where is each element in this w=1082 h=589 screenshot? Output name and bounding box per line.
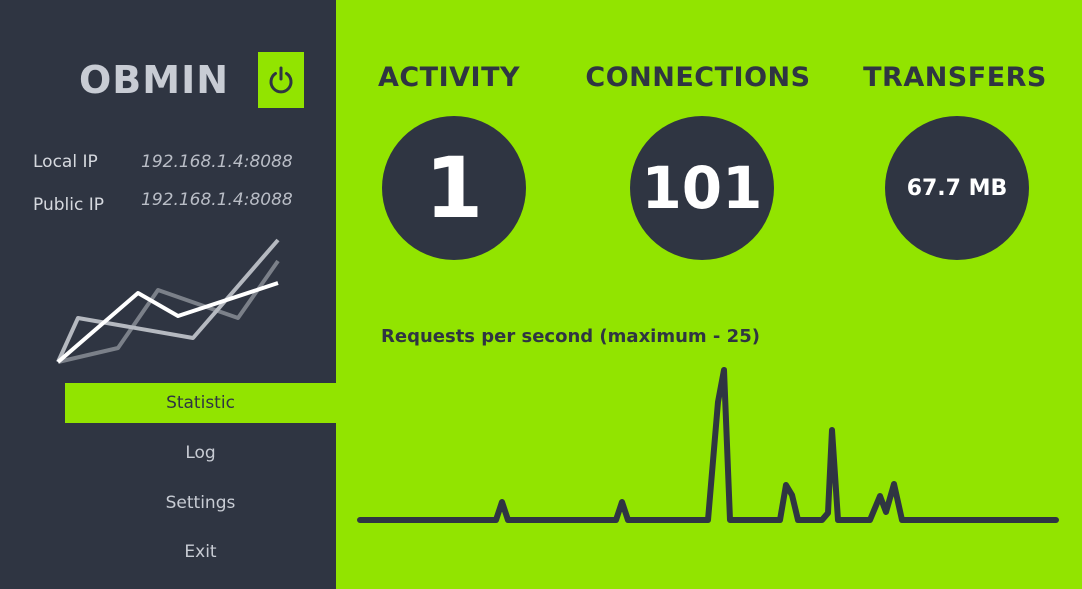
logo-chart-line-mid xyxy=(56,238,280,363)
connections-value: 101 xyxy=(641,154,763,222)
requests-graph-line xyxy=(357,367,1059,523)
activity-value: 1 xyxy=(424,139,484,237)
sidebar: OBMIN Local IP 192.168.1.4:8088 Public I… xyxy=(0,0,336,589)
activity-circle: 1 xyxy=(382,116,526,260)
requests-graph-title: Requests per second (maximum - 25) xyxy=(381,326,760,347)
local-ip-label: Local IP xyxy=(33,152,98,172)
transfers-circle: 67.7 MB xyxy=(885,116,1029,260)
connections-title: CONNECTIONS xyxy=(585,62,811,93)
public-ip-label: Public IP xyxy=(33,195,104,215)
menu-item-exit[interactable]: Exit xyxy=(65,532,336,572)
public-ip-value: 192.168.1.4:8088 xyxy=(141,190,293,210)
local-ip-value: 192.168.1.4:8088 xyxy=(141,152,293,172)
logo-chart-icon xyxy=(56,238,280,364)
menu-item-log[interactable]: Log xyxy=(65,433,336,473)
transfers-title: TRANSFERS xyxy=(863,62,1047,93)
menu-item-statistic[interactable]: Statistic xyxy=(65,383,336,423)
connections-circle: 101 xyxy=(630,116,774,260)
activity-title: ACTIVITY xyxy=(377,62,521,93)
menu-item-settings[interactable]: Settings xyxy=(65,483,336,523)
power-icon xyxy=(269,66,293,94)
requests-graph xyxy=(357,367,1059,523)
transfers-value: 67.7 MB xyxy=(906,175,1008,201)
app-title: OBMIN xyxy=(79,58,230,102)
power-button[interactable] xyxy=(258,52,304,108)
main-panel: ACTIVITY 1 CONNECTIONS 101 TRANSFERS 67.… xyxy=(336,0,1082,589)
